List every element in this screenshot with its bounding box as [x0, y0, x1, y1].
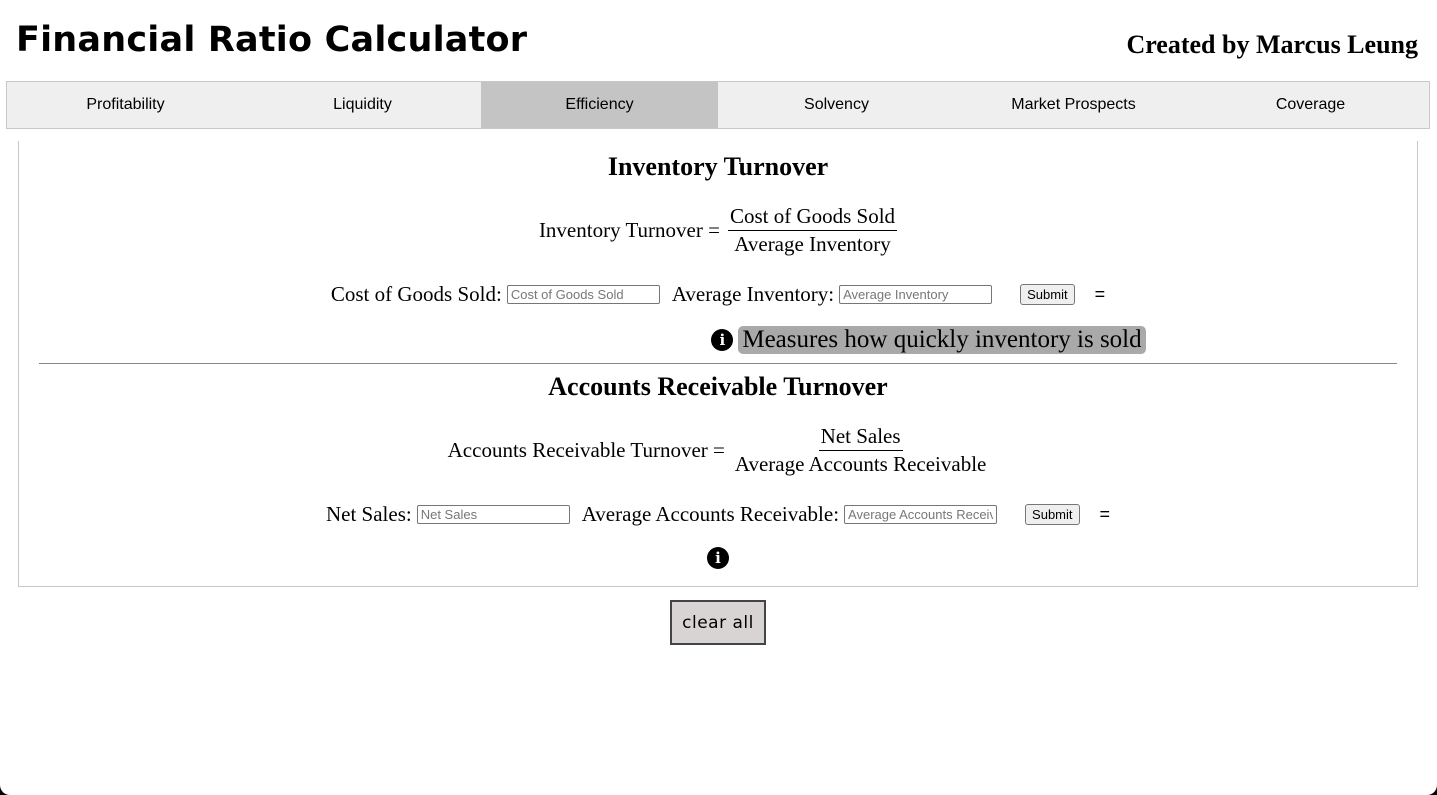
author-credit: Created by Marcus Leung	[1126, 30, 1418, 59]
section-title: Inventory Turnover	[607, 152, 829, 181]
fraction: Cost of Goods Sold Average Inventory	[727, 204, 898, 257]
average-accounts-receivable-label: Average Accounts Receivable:	[581, 502, 840, 526]
input-row: Net Sales: Average Accounts Receivable: …	[19, 502, 1417, 527]
info-icon[interactable]: i	[711, 329, 734, 351]
input-row: Cost of Goods Sold: Average Inventory: S…	[19, 282, 1417, 307]
formula-denominator: Average Inventory	[734, 232, 891, 256]
equals-sign: =	[1099, 504, 1111, 524]
cogs-input[interactable]	[506, 285, 660, 304]
formula-lhs: Inventory Turnover =	[538, 218, 720, 242]
average-accounts-receivable-input[interactable]	[844, 505, 998, 524]
tab-liquidity[interactable]: Liquidity	[244, 82, 481, 128]
formula: Inventory Turnover = Cost of Goods Sold …	[19, 204, 1417, 257]
formula-numerator: Cost of Goods Sold	[727, 204, 898, 231]
info-row: i	[19, 547, 1417, 569]
ratio-category-tabs: Profitability Liquidity Efficiency Solve…	[6, 81, 1430, 129]
info-tooltip: Measures how quickly inventory is sold	[738, 326, 1146, 354]
section-divider	[39, 363, 1397, 364]
average-inventory-input[interactable]	[839, 285, 993, 304]
net-sales-label: Net Sales:	[325, 502, 412, 526]
tab-market-prospects[interactable]: Market Prospects	[955, 82, 1192, 128]
average-inventory-label: Average Inventory:	[671, 282, 835, 306]
clear-all-button[interactable]: clear all	[670, 600, 766, 645]
formula-denominator: Average Accounts Receivable	[734, 452, 987, 476]
fraction: Net Sales Average Accounts Receivable	[733, 424, 989, 477]
app-title: Financial Ratio Calculator	[16, 20, 528, 60]
formula: Accounts Receivable Turnover = Net Sales…	[19, 424, 1417, 477]
submit-button[interactable]: Submit	[1025, 504, 1080, 525]
calculator-page: Financial Ratio Calculator Created by Ma…	[0, 0, 1437, 795]
tab-efficiency[interactable]: Efficiency	[481, 82, 718, 128]
header: Financial Ratio Calculator Created by Ma…	[0, 0, 1437, 81]
tab-coverage[interactable]: Coverage	[1192, 82, 1429, 128]
formula-lhs: Accounts Receivable Turnover =	[447, 438, 725, 462]
formula-numerator: Net Sales	[818, 424, 903, 451]
efficiency-panel: Inventory Turnover Inventory Turnover = …	[18, 141, 1418, 587]
info-icon[interactable]: i	[707, 547, 729, 569]
net-sales-input[interactable]	[416, 505, 570, 524]
section-title: Accounts Receivable Turnover	[548, 372, 888, 401]
info-row: i Measures how quickly inventory is sold	[19, 326, 1417, 354]
tab-profitability[interactable]: Profitability	[7, 82, 244, 128]
equals-sign: =	[1094, 284, 1106, 304]
cogs-label: Cost of Goods Sold:	[330, 282, 502, 306]
tab-solvency[interactable]: Solvency	[718, 82, 955, 128]
submit-button[interactable]: Submit	[1020, 284, 1075, 305]
